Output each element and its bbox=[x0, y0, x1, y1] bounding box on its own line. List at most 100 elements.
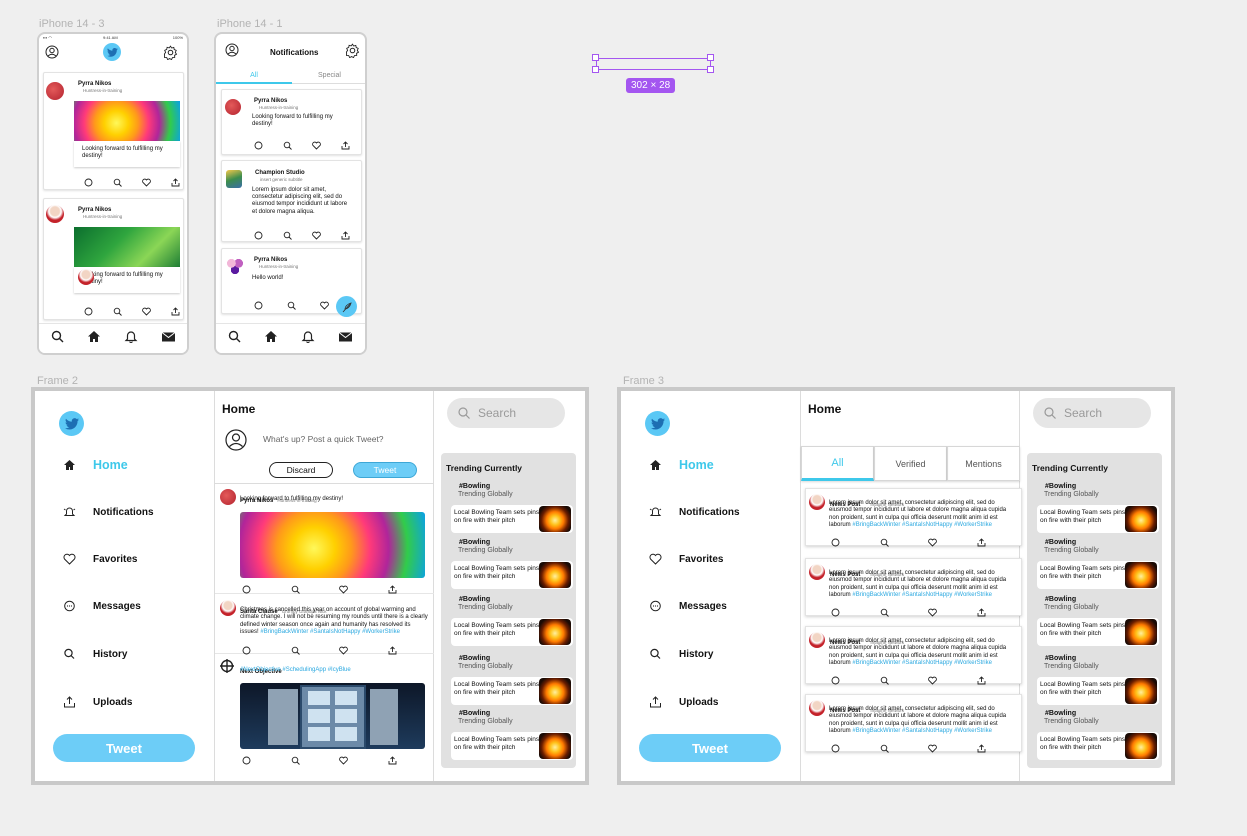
feed-post[interactable]: Pyrra Nikos Huntress-in-training Looking … bbox=[215, 484, 434, 594]
post-hashtags[interactable]: #NextObjective #SchedulingApp #IcyBlue bbox=[240, 667, 425, 674]
notification-card[interactable]: Champion Studio insert generic subtitle … bbox=[221, 160, 362, 242]
heart-icon[interactable] bbox=[312, 137, 321, 155]
search-input[interactable]: Search bbox=[1033, 398, 1151, 428]
trend-item[interactable]: #Bowling Trending Globally Local Bowling T… bbox=[1037, 655, 1159, 707]
post-hashtags[interactable]: #BringBackWinter #SantaIsNotHappy #Worke… bbox=[260, 629, 400, 635]
comment-icon[interactable] bbox=[254, 137, 263, 155]
mail-icon[interactable] bbox=[161, 330, 176, 348]
search-icon[interactable] bbox=[880, 672, 889, 690]
share-icon[interactable] bbox=[977, 740, 986, 758]
trend-item[interactable]: #Bowling Trending Globally Local Bowling T… bbox=[451, 596, 573, 648]
settings-gear-icon[interactable] bbox=[163, 45, 178, 60]
post-hashtags[interactable]: #BringBackWinter #SantaIsNotHappy #Worke… bbox=[852, 660, 992, 666]
share-icon[interactable] bbox=[341, 137, 350, 155]
search-icon[interactable] bbox=[291, 752, 300, 770]
tab-verified[interactable]: Verified bbox=[874, 446, 947, 481]
feed-post[interactable]: Next Objective #NextObjective #Schedulin… bbox=[215, 655, 434, 765]
compose-tweet-button[interactable]: Tweet bbox=[353, 462, 417, 478]
home-icon[interactable] bbox=[264, 330, 278, 348]
comment-icon[interactable] bbox=[254, 227, 263, 245]
heart-icon[interactable] bbox=[339, 752, 349, 770]
news-post-card[interactable]: News Post Imagine Network Lorem ipsum dol… bbox=[805, 694, 1022, 753]
search-icon[interactable] bbox=[283, 227, 292, 245]
search-icon[interactable] bbox=[283, 137, 292, 155]
trend-item[interactable]: #Bowling Trending Globally Local Bowling T… bbox=[451, 710, 573, 762]
post-card[interactable]: Pyrra Nikos Huntress-in-training Looking… bbox=[43, 198, 184, 320]
news-post-card[interactable]: News Post Imagine Network Lorem ipsum dol… bbox=[805, 488, 1022, 547]
heart-icon[interactable] bbox=[928, 604, 938, 622]
heart-icon[interactable] bbox=[320, 297, 329, 315]
profile-icon[interactable] bbox=[225, 43, 239, 57]
comment-icon[interactable] bbox=[831, 672, 840, 690]
search-icon[interactable] bbox=[228, 330, 241, 348]
heart-icon[interactable] bbox=[928, 534, 938, 552]
selection-handle[interactable] bbox=[592, 54, 599, 61]
trend-item[interactable]: #Bowling Trending Globally Local Bowling T… bbox=[1037, 483, 1159, 535]
comment-icon[interactable] bbox=[84, 174, 93, 192]
share-icon[interactable] bbox=[171, 303, 180, 321]
share-icon[interactable] bbox=[977, 604, 986, 622]
compose-input[interactable]: What's up? Post a quick Tweet? bbox=[263, 434, 384, 444]
comment-icon[interactable] bbox=[831, 740, 840, 758]
notification-bell-icon[interactable] bbox=[124, 330, 138, 348]
share-icon[interactable] bbox=[341, 227, 350, 245]
search-icon[interactable] bbox=[113, 174, 122, 192]
tab-all[interactable]: All bbox=[801, 446, 874, 481]
settings-gear-icon[interactable] bbox=[345, 43, 360, 58]
notification-bell-icon[interactable] bbox=[301, 330, 315, 348]
search-icon[interactable] bbox=[880, 534, 889, 552]
search-icon[interactable] bbox=[880, 740, 889, 758]
post-hashtags[interactable]: #BringBackWinter #SantaIsNotHappy #Worke… bbox=[852, 728, 992, 734]
news-post-card[interactable]: News Post Imagine Network Lorem ipsum dol… bbox=[805, 626, 1022, 685]
nav-home[interactable]: Home bbox=[645, 458, 714, 472]
nav-messages[interactable]: Messages bbox=[645, 600, 727, 612]
comment-icon[interactable] bbox=[831, 534, 840, 552]
selection-handle[interactable] bbox=[707, 54, 714, 61]
tab-special[interactable]: Special bbox=[292, 69, 365, 84]
comment-icon[interactable] bbox=[242, 752, 251, 770]
trend-item[interactable]: #Bowling Trending Globally Local Bowling T… bbox=[1037, 539, 1159, 591]
search-icon[interactable] bbox=[113, 303, 122, 321]
nav-history[interactable]: History bbox=[645, 648, 713, 660]
selection-handle[interactable] bbox=[592, 66, 599, 73]
comment-icon[interactable] bbox=[254, 297, 263, 315]
search-input[interactable]: Search bbox=[447, 398, 565, 428]
nav-history[interactable]: History bbox=[59, 648, 127, 660]
trend-item[interactable]: #Bowling Trending Globally Local Bowling T… bbox=[451, 539, 573, 591]
selection-box[interactable] bbox=[596, 58, 711, 70]
selection-handle[interactable] bbox=[707, 66, 714, 73]
trend-item[interactable]: #Bowling Trending Globally Local Bowling T… bbox=[451, 483, 573, 535]
feed-post[interactable]: Santa Clause Grumpy Grandpa Nick Christma… bbox=[215, 595, 434, 655]
nav-favorites[interactable]: Favorites bbox=[645, 553, 723, 565]
nav-messages[interactable]: Messages bbox=[59, 600, 141, 612]
tab-all[interactable]: All bbox=[216, 69, 292, 84]
nav-uploads[interactable]: Uploads bbox=[59, 696, 132, 708]
nav-notifications[interactable]: Notifications bbox=[645, 506, 740, 518]
trend-item[interactable]: #Bowling Trending Globally Local Bowling T… bbox=[1037, 710, 1159, 762]
notification-card[interactable]: Pyrra Nikos Huntress-in-training Looking… bbox=[221, 89, 362, 155]
heart-icon[interactable] bbox=[142, 174, 151, 192]
home-icon[interactable] bbox=[87, 330, 101, 348]
nav-uploads[interactable]: Uploads bbox=[645, 696, 718, 708]
heart-icon[interactable] bbox=[312, 227, 321, 245]
profile-icon[interactable] bbox=[45, 45, 59, 59]
news-post-card[interactable]: News Post Imagine Network Lorem ipsum dol… bbox=[805, 558, 1022, 617]
post-card[interactable]: Pyrra Nikos Huntress-in-training Looking… bbox=[43, 72, 184, 190]
comment-icon[interactable] bbox=[831, 604, 840, 622]
nav-notifications[interactable]: Notifications bbox=[59, 506, 154, 518]
twitter-logo-icon[interactable] bbox=[645, 411, 670, 436]
post-hashtags[interactable]: #BringBackWinter #SantaIsNotHappy #Worke… bbox=[852, 522, 992, 528]
tweet-button[interactable]: Tweet bbox=[53, 734, 195, 762]
nav-home[interactable]: Home bbox=[59, 458, 128, 472]
heart-icon[interactable] bbox=[928, 672, 938, 690]
trend-item[interactable]: #Bowling Trending Globally Local Bowling T… bbox=[451, 655, 573, 707]
nav-favorites[interactable]: Favorites bbox=[59, 553, 137, 565]
comment-icon[interactable] bbox=[84, 303, 93, 321]
share-icon[interactable] bbox=[977, 672, 986, 690]
twitter-logo-icon[interactable] bbox=[59, 411, 84, 436]
heart-icon[interactable] bbox=[928, 740, 938, 758]
mail-icon[interactable] bbox=[338, 330, 353, 348]
heart-icon[interactable] bbox=[142, 303, 151, 321]
search-icon[interactable] bbox=[880, 604, 889, 622]
discard-button[interactable]: Discard bbox=[269, 462, 333, 478]
